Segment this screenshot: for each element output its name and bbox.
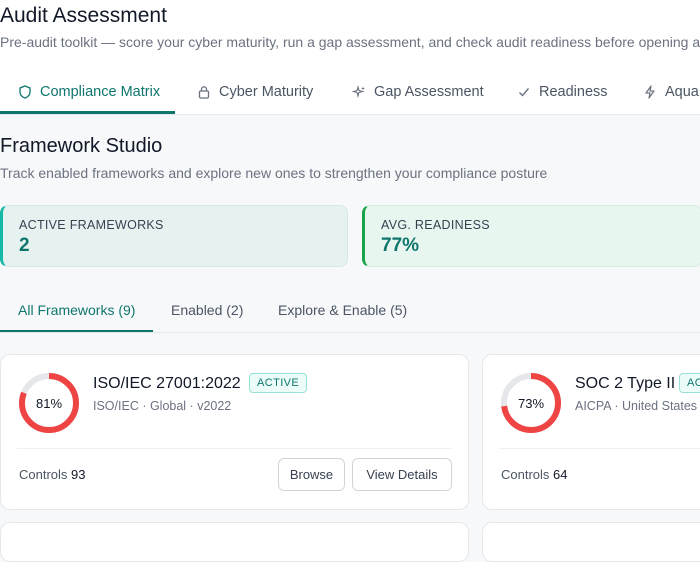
active-subtab-indicator xyxy=(0,330,153,332)
controls-value: 93 xyxy=(71,467,86,482)
main-tabs: Compliance Matrix Cyber Maturity Gap Ass… xyxy=(0,72,700,114)
controls-value: 64 xyxy=(553,467,568,482)
divider xyxy=(17,448,452,449)
tab-label: Cyber Maturity xyxy=(219,84,314,100)
readiness-percent: 73% xyxy=(517,395,545,411)
controls-count: Controls 64 xyxy=(501,467,568,482)
tab-explore-enable[interactable]: Explore & Enable (5) xyxy=(278,302,407,318)
status-badge: ACTIVE xyxy=(679,373,700,393)
divider xyxy=(499,448,700,449)
tab-all-frameworks[interactable]: All Frameworks (9) xyxy=(18,302,135,318)
tab-readiness[interactable]: Readiness xyxy=(517,72,608,112)
framework-card[interactable]: 81% ISO/IEC 27001:2022 ACTIVE ISO/IEC · … xyxy=(0,354,469,510)
framework-card[interactable] xyxy=(0,522,469,562)
framework-card[interactable]: 73% SOC 2 Type II ACTIVE AICPA · United … xyxy=(482,354,700,510)
browse-button[interactable]: Browse xyxy=(278,458,345,491)
tab-label: Readiness xyxy=(539,84,608,100)
lightning-icon xyxy=(643,85,657,99)
stat-label: ACTIVE FRAMEWORKS xyxy=(19,218,164,232)
framework-meta: ISO/IEC · Global · v2022 xyxy=(93,399,232,413)
framework-meta: AICPA · United States · xyxy=(575,399,700,413)
header-bar: Audit Assessment Pre-audit toolkit — sco… xyxy=(0,0,700,115)
shield-icon xyxy=(18,85,32,99)
stat-value: 77% xyxy=(381,235,420,256)
sparkle-icon xyxy=(352,85,366,99)
framework-name: ISO/IEC 27001:2022 xyxy=(93,375,241,392)
stat-value: 2 xyxy=(19,235,30,256)
tab-compliance-matrix[interactable]: Compliance Matrix xyxy=(18,72,160,112)
readiness-percent: 81% xyxy=(35,395,63,411)
tab-label: Compliance Matrix xyxy=(40,84,161,100)
page-subtitle: Pre-audit toolkit — score your cyber mat… xyxy=(0,34,700,50)
section-subtitle: Track enabled frameworks and explore new… xyxy=(0,165,548,181)
status-badge: ACTIVE xyxy=(249,373,308,393)
controls-label: Controls xyxy=(19,467,68,482)
lock-icon xyxy=(197,85,211,99)
framework-card[interactable] xyxy=(482,522,700,562)
tab-aqua[interactable]: Aqua xyxy=(643,72,699,112)
section-title: Framework Studio xyxy=(0,135,163,157)
controls-label: Controls xyxy=(501,467,550,482)
tab-label: Aqua xyxy=(665,84,699,100)
page-title: Audit Assessment xyxy=(0,4,167,27)
active-frameworks-card: ACTIVE FRAMEWORKS 2 xyxy=(0,205,348,267)
framework-name: SOC 2 Type II xyxy=(575,375,676,392)
controls-count: Controls 93 xyxy=(19,467,86,482)
check-icon xyxy=(517,85,531,99)
active-tab-indicator xyxy=(0,111,175,114)
avg-readiness-card: AVG. READINESS 77% xyxy=(362,205,700,267)
tab-gap-assessment[interactable]: Gap Assessment xyxy=(352,72,484,112)
view-details-button[interactable]: View Details xyxy=(352,458,452,491)
tab-enabled[interactable]: Enabled (2) xyxy=(171,302,243,318)
tab-label: Gap Assessment xyxy=(374,84,484,100)
stat-label: AVG. READINESS xyxy=(381,218,490,232)
framework-filter-tabs: All Frameworks (9) Enabled (2) Explore &… xyxy=(0,290,700,333)
tab-cyber-maturity[interactable]: Cyber Maturity xyxy=(197,72,313,112)
